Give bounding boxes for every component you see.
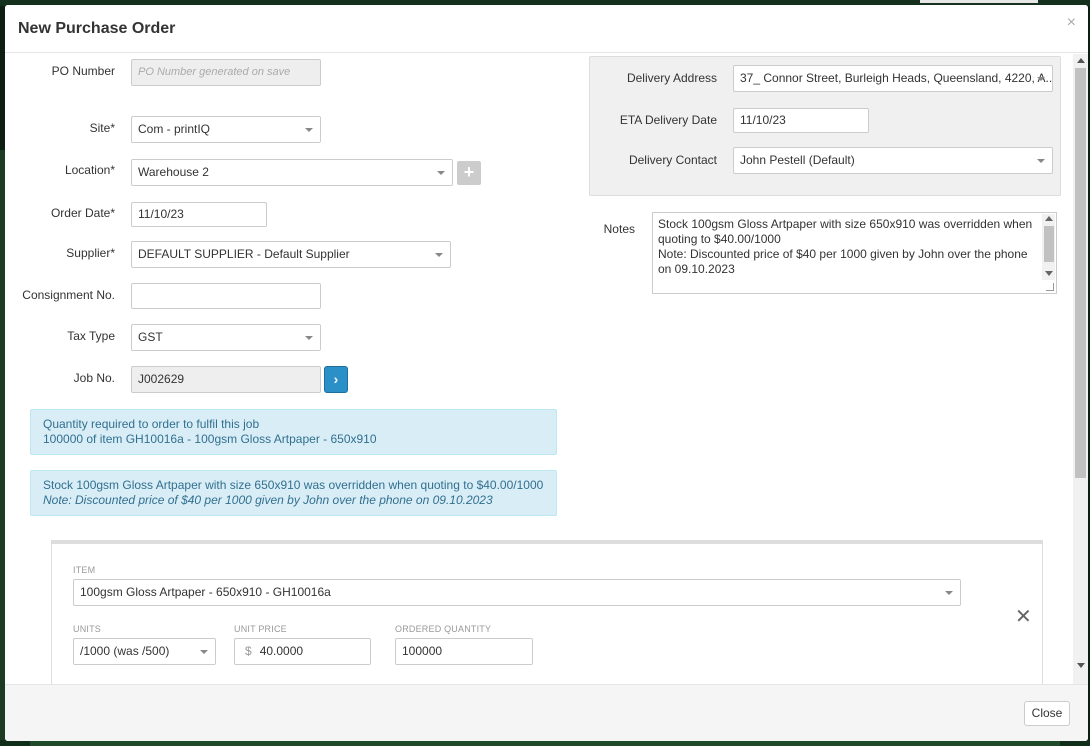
notes-scrollbar[interactable] (1042, 214, 1055, 280)
delivery-address-select[interactable]: 37_ Connor Street, Burleigh Heads, Queen… (733, 65, 1053, 92)
modal-scrollbar[interactable] (1073, 54, 1088, 684)
eta-delivery-date-label: ETA Delivery Date (619, 113, 717, 127)
delivery-address-value: 37_ Connor Street, Burleigh Heads, Queen… (740, 71, 1053, 85)
units-select[interactable]: /1000 (was /500) (73, 638, 216, 665)
close-icon[interactable]: × (1067, 15, 1076, 31)
notes-line2: Note: Discounted price of $40 per 1000 g… (658, 247, 1028, 276)
site-value: Com - printIQ (138, 122, 211, 136)
background-tab (920, 0, 1038, 3)
modal-header: New Purchase Order × (5, 5, 1088, 53)
po-number-label: PO Number (51, 64, 115, 78)
unit-price-label: UNIT PRICE (234, 624, 287, 634)
tax-type-select[interactable]: GST (131, 324, 321, 351)
tax-type-label: Tax Type (67, 329, 115, 343)
stock-override-info-box: Stock 100gsm Gloss Artpaper with size 65… (30, 470, 557, 516)
item-select[interactable]: 100gsm Gloss Artpaper - 650x910 - GH1001… (73, 579, 961, 606)
modal-scroll-thumb[interactable] (1075, 68, 1086, 478)
quantity-info-line1: Quantity required to order to fulfil thi… (43, 417, 260, 431)
quantity-info-line2: 100000 of item GH10016a - 100gsm Gloss A… (43, 432, 377, 446)
close-button[interactable]: Close (1024, 701, 1070, 726)
notes-line1: Stock 100gsm Gloss Artpaper with size 65… (658, 217, 1033, 246)
units-label: UNITS (73, 624, 101, 634)
background-bottom-band (30, 741, 1060, 746)
supplier-label: Supplier* (66, 246, 115, 260)
delivery-contact-label: Delivery Contact (628, 153, 717, 167)
scroll-down-icon[interactable] (1045, 271, 1053, 276)
job-no-field: J002629 (131, 366, 321, 393)
delivery-contact-select[interactable]: John Pestell (Default) (733, 147, 1053, 174)
delivery-contact-value: John Pestell (Default) (740, 153, 855, 167)
consignment-label: Consignment No. (22, 288, 115, 302)
scroll-down-icon[interactable] (1077, 663, 1085, 668)
delivery-address-label: Delivery Address (626, 71, 717, 85)
unit-price-value: 40.0000 (259, 644, 304, 658)
location-value: Warehouse 2 (138, 165, 209, 179)
item-line-panel: ITEM 100gsm Gloss Artpaper - 650x910 - G… (51, 540, 1043, 684)
tax-type-value: GST (138, 330, 163, 344)
supplier-select[interactable]: DEFAULT SUPPLIER - Default Supplier (131, 241, 451, 268)
ordered-quantity-label: ORDERED QUANTITY (395, 624, 492, 634)
supplier-value: DEFAULT SUPPLIER - Default Supplier (138, 247, 350, 261)
chevron-right-icon: › (333, 371, 339, 387)
plus-icon: + (463, 162, 475, 182)
order-date-field[interactable]: 11/10/23 (131, 202, 267, 227)
go-to-job-button[interactable]: › (324, 366, 348, 393)
location-label: Location* (64, 163, 115, 177)
po-number-field: PO Number generated on save (131, 59, 321, 86)
scroll-up-icon[interactable] (1045, 216, 1053, 221)
unit-price-field[interactable]: $40.0000 (234, 638, 371, 665)
site-label: Site* (89, 121, 115, 135)
item-label: ITEM (73, 565, 96, 575)
notes-scroll-thumb[interactable] (1044, 226, 1054, 262)
modal-footer: Close (5, 684, 1088, 741)
notes-textarea[interactable]: Stock 100gsm Gloss Artpaper with size 65… (652, 212, 1057, 294)
resize-grip-icon[interactable] (1046, 283, 1054, 291)
location-select[interactable]: Warehouse 2 (131, 159, 453, 186)
consignment-field[interactable] (131, 283, 321, 309)
eta-delivery-date-field[interactable]: 11/10/23 (733, 108, 869, 133)
notes-label: Notes (603, 222, 635, 236)
quantity-info-box: Quantity required to order to fulfil thi… (30, 409, 557, 455)
site-select[interactable]: Com - printIQ (131, 116, 321, 143)
stock-info-line2: Note: Discounted price of $40 per 1000 g… (43, 493, 493, 507)
units-value: /1000 (was /500) (80, 644, 170, 658)
add-location-button[interactable]: + (457, 161, 481, 185)
item-value: 100gsm Gloss Artpaper - 650x910 - GH1001… (80, 585, 331, 599)
remove-item-icon[interactable]: ✕ (1015, 607, 1032, 627)
order-date-label: Order Date* (50, 206, 115, 220)
modal-body: PO Number PO Number generated on save Si… (5, 54, 1088, 684)
currency-symbol: $ (245, 644, 252, 658)
scroll-up-icon[interactable] (1077, 58, 1085, 63)
delivery-panel: Delivery Address 37_ Connor Street, Burl… (589, 56, 1061, 196)
purchase-order-modal: New Purchase Order × PO Number PO Number… (5, 5, 1088, 741)
ordered-quantity-field[interactable]: 100000 (395, 638, 533, 665)
job-no-label: Job No. (73, 371, 115, 385)
stock-info-line1: Stock 100gsm Gloss Artpaper with size 65… (43, 478, 544, 492)
modal-title: New Purchase Order (18, 20, 176, 37)
